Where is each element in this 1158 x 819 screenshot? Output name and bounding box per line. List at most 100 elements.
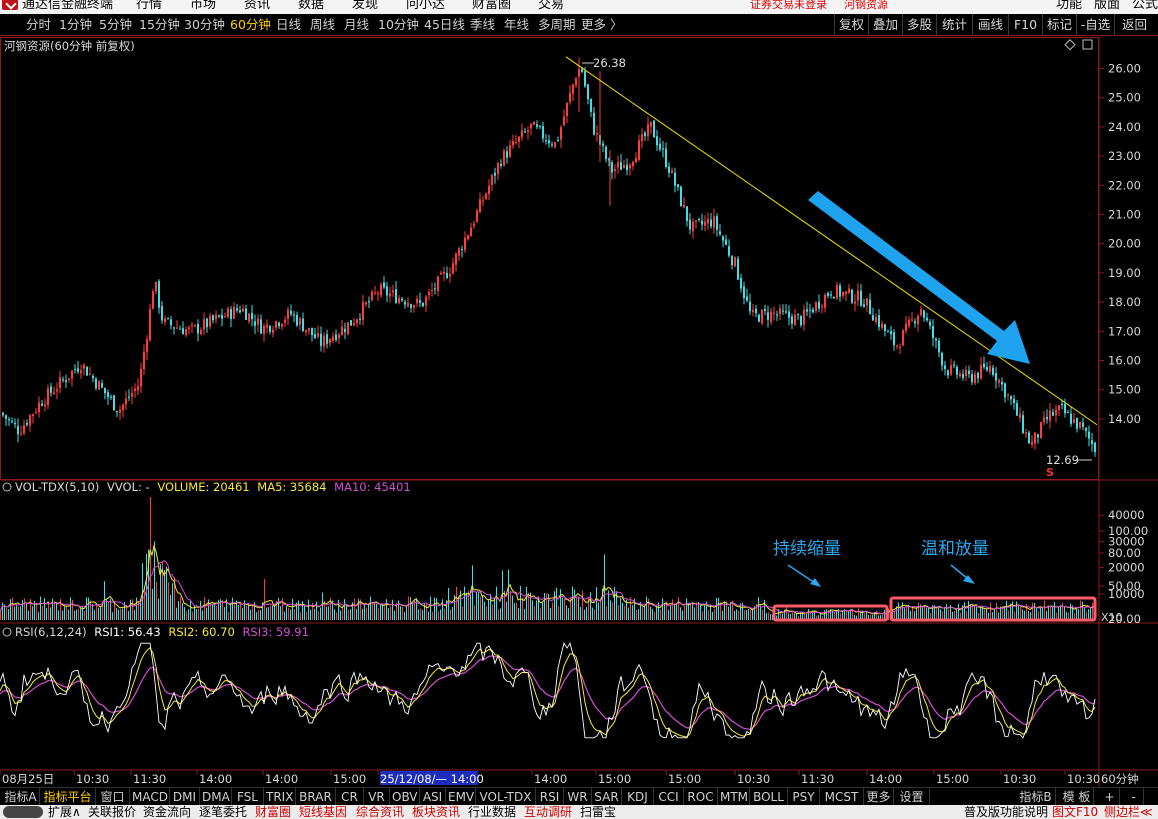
statistics-button[interactable]: 统计 xyxy=(936,14,972,36)
menu-fortune[interactable]: 财富圈 xyxy=(472,0,511,11)
indicator-tab-10[interactable]: VR xyxy=(364,788,390,806)
sidebar-toggle[interactable]: 侧边栏≪ xyxy=(1104,805,1153,819)
menu-function[interactable]: 功能 xyxy=(1056,0,1082,11)
menu-data[interactable]: 数据 xyxy=(298,0,324,11)
period-multi[interactable]: 多周期 xyxy=(538,14,576,36)
period-fenshi[interactable]: 分时 xyxy=(26,14,51,36)
indicator-tab-17[interactable]: SAR xyxy=(592,788,622,806)
status-link-f10[interactable]: 图文F10 xyxy=(1052,805,1098,819)
indicator-tab-4[interactable]: DMI xyxy=(170,788,200,806)
menu-markets[interactable]: 市场 xyxy=(190,0,216,11)
period-30min[interactable]: 30分钟 xyxy=(184,14,225,36)
login-status[interactable]: 证券交易未登录 xyxy=(750,0,827,10)
menu-trade[interactable]: 交易 xyxy=(538,0,564,11)
indicator-tab-12[interactable]: ASI xyxy=(420,788,446,806)
indicator-tab-14[interactable]: VOL-TDX xyxy=(476,788,536,806)
restore-rights-button[interactable]: 复权 xyxy=(834,14,868,36)
indicator-tab-13[interactable]: EMV xyxy=(446,788,476,806)
period-day[interactable]: 日线 xyxy=(276,14,301,36)
price-tick-label: 23.00 xyxy=(1108,149,1141,163)
indicator-tab-6[interactable]: FSL xyxy=(232,788,264,806)
indicator-tab-21[interactable]: MTM xyxy=(718,788,750,806)
chart-area[interactable]: 26.00 25.00 24.00 23.00 22.00 21.00 20.00 19.00… xyxy=(0,37,1158,787)
period-15min[interactable]: 15分钟 xyxy=(139,14,180,36)
app-logo-icon xyxy=(2,0,18,10)
indicator-b-button[interactable]: 指标B xyxy=(1016,788,1056,806)
candle-body xyxy=(596,133,598,135)
status-link-news[interactable]: 综合资讯 xyxy=(356,805,404,819)
menu-formula[interactable]: 公式 xyxy=(1132,0,1158,11)
indicator-tab-22[interactable]: BOLL xyxy=(750,788,788,806)
period-more[interactable]: 更多 〉 xyxy=(581,14,622,36)
diamond-icon[interactable] xyxy=(1064,39,1076,51)
panel-icons[interactable] xyxy=(1064,39,1093,51)
remove-pane-button[interactable]: - xyxy=(1124,788,1144,806)
menu-discover[interactable]: 发现 xyxy=(352,0,378,11)
indicator-tab-1[interactable]: 指标平台 xyxy=(40,788,96,806)
status-link-quote[interactable]: 关联报价 xyxy=(88,805,136,819)
add-pane-button[interactable]: + xyxy=(1100,788,1120,806)
indicator-tab-0[interactable]: 指标A xyxy=(2,788,40,806)
candle-body xyxy=(266,324,268,328)
indicator-tab-5[interactable]: DMA xyxy=(200,788,232,806)
indicator-tab-8[interactable]: BRAR xyxy=(296,788,336,806)
maximize-icon[interactable] xyxy=(1082,39,1093,50)
period-45day[interactable]: 45日线 xyxy=(424,14,465,36)
vol-collapse-icon[interactable] xyxy=(2,482,12,492)
indicator-tab-7[interactable]: TRIX xyxy=(264,788,296,806)
multi-stock-button[interactable]: 多股 xyxy=(902,14,936,36)
period-week[interactable]: 周线 xyxy=(310,14,335,36)
period-5min[interactable]: 5分钟 xyxy=(99,14,132,36)
rsi-collapse-icon[interactable] xyxy=(2,627,12,637)
overlay-button[interactable]: 叠加 xyxy=(868,14,902,36)
candle-body xyxy=(416,298,418,304)
toggle-switch-icon[interactable] xyxy=(3,806,43,818)
candle-body xyxy=(140,368,142,387)
draw-line-button[interactable]: 画线 xyxy=(972,14,1008,36)
status-link-research[interactable]: 互动调研 xyxy=(524,805,572,819)
period-quarter[interactable]: 季线 xyxy=(470,14,495,36)
indicator-tab-2[interactable]: 窗口 xyxy=(96,788,130,806)
menu-layout[interactable]: 版面 xyxy=(1094,0,1120,11)
menu-news[interactable]: 资讯 xyxy=(244,0,270,11)
status-link-edition[interactable]: 普及版功能说明 xyxy=(964,805,1048,819)
menu-market[interactable]: 行情 xyxy=(136,0,162,11)
back-button[interactable]: 返回 xyxy=(1114,14,1154,36)
period-month[interactable]: 月线 xyxy=(344,14,369,36)
template-button[interactable]: 模 板 xyxy=(1060,788,1094,806)
indicator-tab-3[interactable]: MACD xyxy=(130,788,170,806)
menu-ask[interactable]: 问小达 xyxy=(406,0,445,11)
period-60min[interactable]: 60分钟 xyxy=(230,14,271,36)
candle-body xyxy=(956,366,958,375)
indicator-tab-25[interactable]: 更多 xyxy=(864,788,894,806)
indicator-tab-20[interactable]: ROC xyxy=(684,788,718,806)
candle-body xyxy=(161,305,163,321)
indicator-tab-23[interactable]: PSY xyxy=(788,788,820,806)
period-1min[interactable]: 1分钟 xyxy=(59,14,92,36)
period-10min[interactable]: 10分钟 xyxy=(378,14,419,36)
indicator-tab-19[interactable]: CCI xyxy=(654,788,684,806)
status-link-industry[interactable]: 行业数据 xyxy=(468,805,516,819)
status-link-gene[interactable]: 短线基因 xyxy=(299,805,347,819)
candle-body xyxy=(191,325,193,327)
indicator-tab-9[interactable]: CR xyxy=(336,788,364,806)
indicator-tab-24[interactable]: MCST xyxy=(820,788,864,806)
indicator-tab-16[interactable]: WR xyxy=(564,788,592,806)
period-year[interactable]: 年线 xyxy=(504,14,529,36)
candle-body xyxy=(590,98,592,112)
mark-button[interactable]: 标记 xyxy=(1042,14,1076,36)
candle-body xyxy=(593,112,595,135)
candle-body xyxy=(815,302,817,312)
indicator-tab-26[interactable]: 设置 xyxy=(894,788,930,806)
indicator-tab-11[interactable]: OBV xyxy=(390,788,420,806)
status-link-fund-flow[interactable]: 资金流向 xyxy=(143,805,191,819)
status-link-order[interactable]: 逐笔委托 xyxy=(199,805,247,819)
status-link-sector-news[interactable]: 板块资讯 xyxy=(412,805,460,819)
status-link-minesweeper[interactable]: 扫雷宝 xyxy=(580,805,616,819)
indicator-tab-18[interactable]: KDJ xyxy=(622,788,654,806)
f10-button[interactable]: F10 xyxy=(1008,14,1042,36)
remove-watchlist-button[interactable]: -自选 xyxy=(1076,14,1114,36)
indicator-tab-15[interactable]: RSI xyxy=(536,788,564,806)
expand-button[interactable]: 扩展∧ xyxy=(48,805,81,819)
status-link-fortune[interactable]: 财富圈 xyxy=(255,805,291,819)
